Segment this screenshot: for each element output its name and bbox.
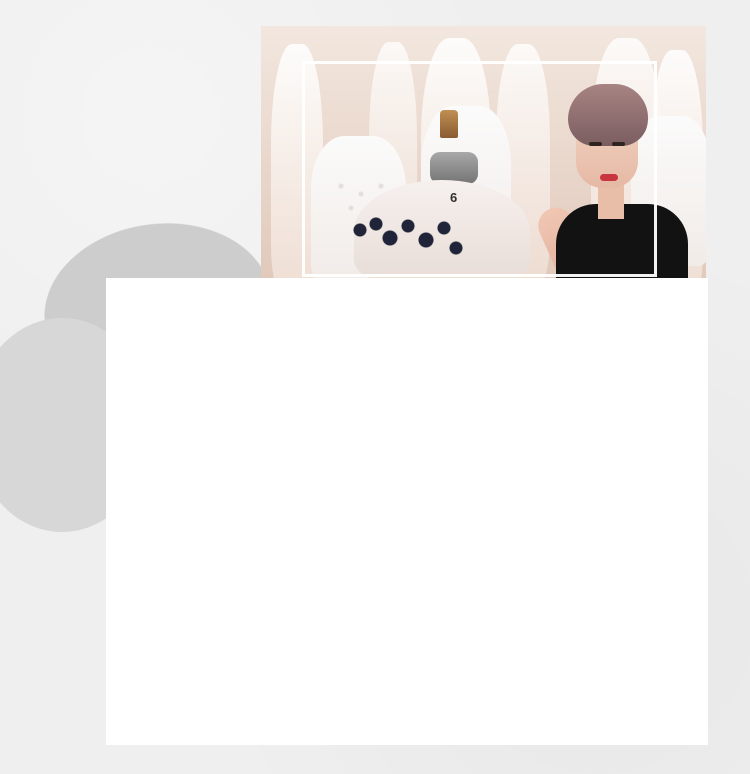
right-eye bbox=[612, 142, 625, 146]
mannequin-size-tag: 6 bbox=[450, 190, 458, 205]
content-panel bbox=[106, 278, 708, 745]
hair bbox=[568, 84, 648, 146]
designer-portrait bbox=[532, 84, 696, 278]
mannequin: 6 bbox=[348, 110, 533, 278]
hero-photo: 6 bbox=[261, 26, 706, 278]
lips bbox=[600, 174, 618, 181]
mannequin-cap bbox=[440, 110, 458, 138]
butterfly-appliques bbox=[348, 210, 468, 270]
neck bbox=[598, 184, 624, 219]
left-eye bbox=[589, 142, 602, 146]
